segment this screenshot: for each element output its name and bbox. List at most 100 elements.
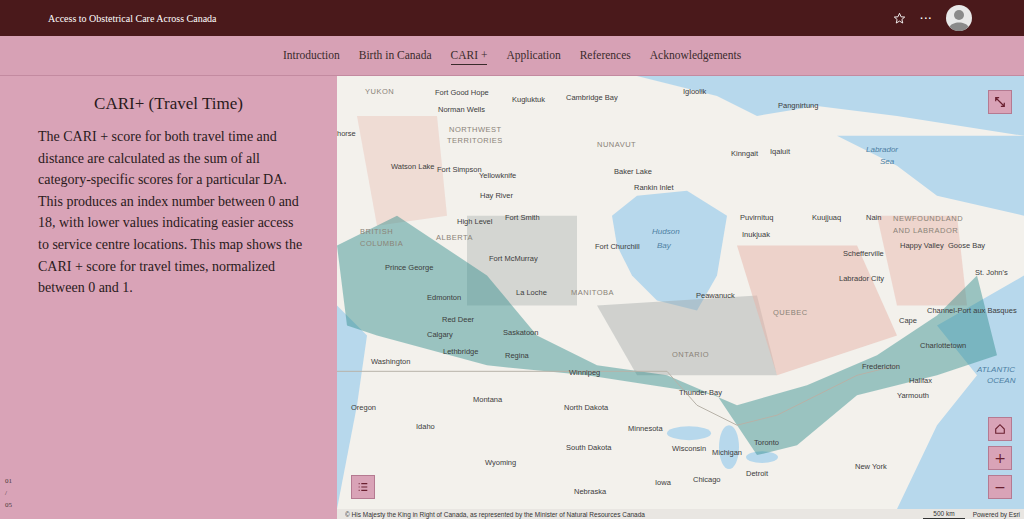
map-label: Minnesota [628,424,663,433]
map-label: Red Deer [442,315,474,324]
map-label: Prince George [385,263,433,272]
map-label: ONTARIO [672,350,709,359]
powered-by[interactable]: Powered by Esri [973,510,1020,519]
map-label: Baker Lake [614,167,652,176]
top-actions: ··· [893,5,972,31]
map-label: Thunder Bay [679,388,722,397]
map-label: Cambridge Bay [566,93,618,102]
panel-text: The CARI + score for both travel time an… [0,126,337,299]
nav-tab[interactable]: CARI + [451,46,488,65]
map-label: Inukjuak [742,230,770,239]
map-column: YUKONFort Good HopeNorman WellsKugluktuk… [337,76,1024,519]
map-label: Fredericton [862,362,900,371]
map-label: Schefferville [843,249,884,258]
scale-bar: 500 km [923,509,964,519]
story-page: Access to Obstetrical Care Across Canada… [0,0,1024,519]
map-label: Lethbridge [443,347,478,356]
map-label: Nebraska [574,487,606,496]
home-button[interactable] [988,417,1012,441]
map-label: Hay River [480,191,513,200]
attribution-text: © His Majesty the King in Right of Canad… [345,510,915,519]
map-label: Iowa [655,478,671,487]
panel-heading: CARI+ (Travel Time) [0,94,337,114]
section-nav: Introduction Birth in Canada CARI + Applica… [0,36,1024,76]
map-label: COLUMBIA [360,239,403,248]
map-label: Kugluktuk [512,95,545,104]
map-label: Washington [371,357,410,366]
pager-separator: / [5,489,337,497]
map-label: ALBERTA [436,233,473,242]
top-bar: Access to Obstetrical Care Across Canada… [0,0,1024,36]
map-label: Fort McMurray [489,254,538,263]
map-label: Cape [899,316,917,325]
map-label: NUNAVUT [597,140,636,149]
map-label: Saskatoon [503,328,538,337]
map-label: South Dakota [566,443,611,452]
map-label: YUKON [365,87,394,96]
map-label: Detroit [746,469,768,478]
map-label: Goose Bay [948,241,985,250]
list-icon [357,481,369,493]
map-label: Oregon [351,403,376,412]
nav-tab[interactable]: Application [506,46,560,65]
side-panel: CARI+ (Travel Time) The CARI + score for … [0,76,337,519]
map-label: Idaho [416,422,435,431]
map-label: Chicago [693,475,721,484]
map-label: Nain [866,213,881,222]
nav-tab[interactable]: Introduction [283,46,340,65]
map-label: Kinngait [731,149,758,158]
map-label: Calgary [427,330,453,339]
map-label: St. John's [975,268,1008,277]
map-label: horse [337,129,356,138]
map-label: Peawanuck [696,291,735,300]
zoom-in-button[interactable]: + [988,446,1012,470]
map-label: Halifax [909,376,932,385]
map-label: Iqaluit [770,147,790,156]
fullscreen-button[interactable] [988,90,1012,114]
map-label: Toronto [754,438,779,447]
map-label: MANITOBA [571,288,614,297]
map-label: Wisconsin [672,444,706,453]
pager-total: 05 [5,501,337,509]
expand-icon [994,96,1006,108]
map-label: NORTHWEST [449,125,502,134]
more-menu-button[interactable]: ··· [920,11,932,26]
map-label: Labrador [866,145,898,154]
map-label: Igloolik [683,87,706,96]
zoom-controls: +− [988,417,1012,499]
map-label: Puvirnituq [740,213,773,222]
map-label: Fort Good Hope [435,88,489,97]
map-label: High Level [457,217,492,226]
home-icon [994,423,1006,435]
legend-button[interactable] [351,475,375,499]
map-label: Michigan [712,448,742,457]
map-label: Fort Simpson [437,165,482,174]
map-label: Fort Smith [505,213,540,222]
map-label: QUEBEC [773,308,808,317]
map-label: Charlottetown [920,341,966,350]
map-label: New York [855,462,887,471]
map-label: AND LABRADOR [893,226,958,235]
map-label: North Dakota [564,403,608,412]
user-avatar-icon[interactable] [946,5,972,31]
nav-tab[interactable]: References [580,46,631,65]
favorite-star-icon[interactable] [893,12,906,25]
nav-tab[interactable]: Acknowledgements [650,46,741,65]
map-label: Channel-Port aux Basques [927,306,1017,315]
map-label: Edmonton [427,293,461,302]
map-label: Wyoming [485,458,516,467]
map-label: Sea [880,157,894,166]
map-label: Winnipeg [569,368,600,377]
map-label: Montana [473,395,502,404]
map-label: Happy Valley [900,241,944,250]
map-label: Fort Churchill [595,242,640,251]
map-label: Labrador City [839,274,884,283]
zoom-out-button[interactable]: − [988,475,1012,499]
map-label: NEWFOUNDLAND [893,214,963,223]
map-label: BRITISH [360,227,393,236]
map-label: Watson Lake [391,162,435,171]
map-label: Pangnirtung [778,101,818,110]
nav-tab[interactable]: Birth in Canada [359,46,432,65]
map[interactable]: YUKONFort Good HopeNorman WellsKugluktuk… [337,76,1024,509]
map-label: TERRITORIES [447,136,503,145]
